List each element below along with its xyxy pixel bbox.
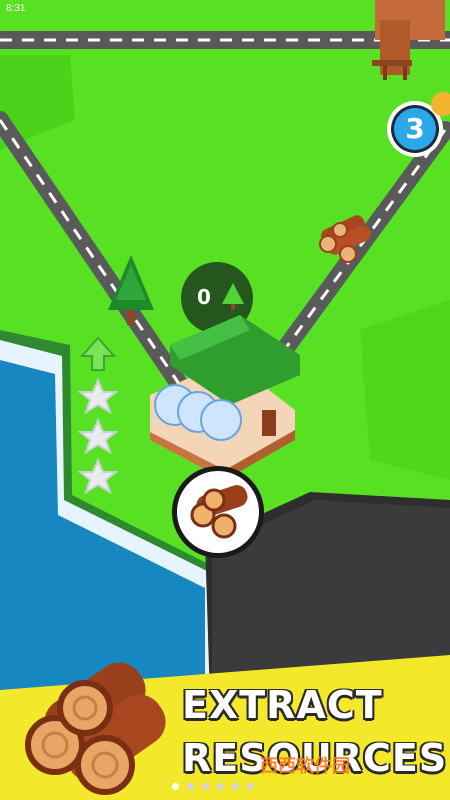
pagination-dot[interactable] [187,783,194,790]
wood-counter: 0 [197,285,211,309]
watermark: 西西软件园 [260,756,350,777]
status-bar-time: 8:31 [6,3,26,14]
pagination-dot[interactable] [202,783,209,790]
game-screen: 8:31 3 0 EXTRACT RESOURCES 西西软件园 [0,0,450,800]
promo-title-line1: EXTRACT [182,683,383,727]
level-number: 3 [405,112,425,145]
pagination-dot[interactable] [232,783,239,790]
pagination-dot[interactable] [247,783,254,790]
star-rating [77,377,119,495]
pagination-dot[interactable] [172,783,179,790]
pagination-dots[interactable] [172,783,254,790]
log-resource-bubble[interactable] [172,466,264,558]
game-map [0,0,450,800]
grass-hex-tile [360,300,450,480]
pagination-dot[interactable] [217,783,224,790]
